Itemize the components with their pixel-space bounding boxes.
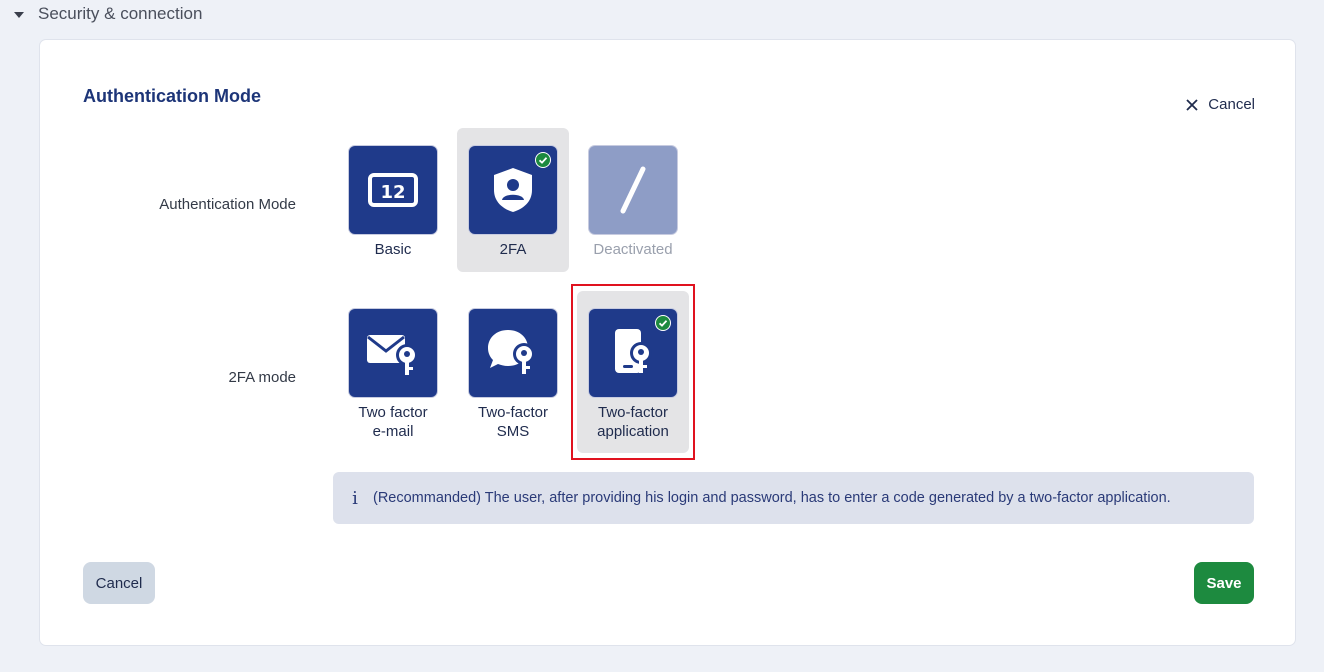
twofa-option-label: Two factor e-mail [337, 403, 449, 441]
check-circle-icon [535, 152, 551, 168]
info-banner: i (Recommanded) The user, after providin… [333, 472, 1254, 524]
card-title: Authentication Mode [83, 86, 261, 106]
section-title: Security & connection [38, 4, 203, 23]
twofa-option-label: Two-factor SMS [457, 403, 569, 441]
twofa-mode-label: 2FA mode [228, 369, 296, 386]
auth-option-2fa[interactable]: 2FA [457, 128, 569, 272]
info-text: (Recommanded) The user, after providing … [373, 490, 1171, 506]
top-cancel-button[interactable]: Cancel [1186, 96, 1255, 113]
caret-down-icon[interactable] [14, 12, 24, 18]
shield-user-icon [469, 146, 557, 234]
keypad-code-icon: 12 [349, 146, 437, 234]
auth-mode-label: Authentication Mode [159, 196, 296, 213]
envelope-key-icon [349, 309, 437, 397]
cancel-button[interactable]: Cancel [83, 562, 155, 604]
close-icon [1186, 98, 1198, 111]
save-button[interactable]: Save [1194, 562, 1254, 604]
top-cancel-label: Cancel [1208, 96, 1255, 113]
auth-option-basic[interactable]: 12 Basic [337, 128, 449, 272]
svg-text:12: 12 [380, 182, 405, 203]
section-header[interactable]: Security & connection [14, 2, 202, 26]
selection-highlight [571, 284, 695, 460]
auth-option-label: 2FA [499, 241, 527, 258]
label-line-1: Two factor [358, 404, 428, 421]
auth-option-label: Deactivated [593, 241, 673, 258]
auth-option-deactivated[interactable]: Deactivated [577, 128, 689, 272]
label-line-2: e-mail [372, 423, 414, 440]
label-line-2: SMS [496, 423, 530, 440]
info-icon: i [352, 487, 358, 509]
twofa-option-sms[interactable]: Two-factor SMS [457, 291, 569, 461]
slash-icon [589, 146, 677, 234]
auth-option-label: Basic [374, 241, 412, 258]
label-line-1: Two-factor [477, 404, 549, 421]
twofa-option-email[interactable]: Two factor e-mail [337, 291, 449, 461]
chat-key-icon [469, 309, 557, 397]
